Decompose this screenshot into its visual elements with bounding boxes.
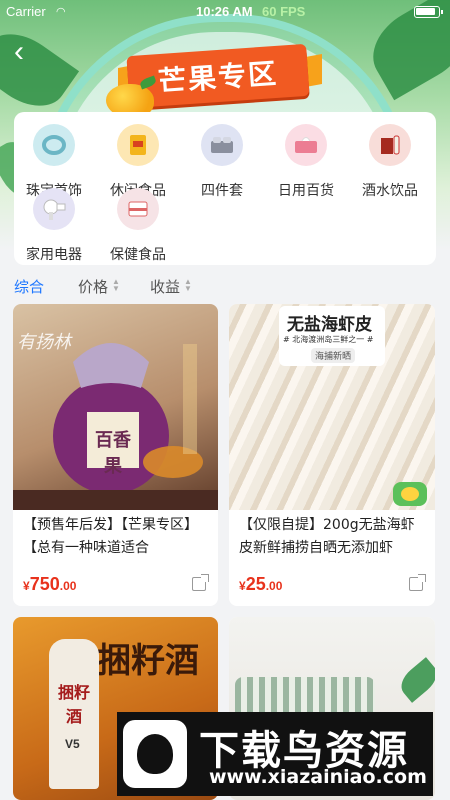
category-appliances[interactable]: 家用电器 — [12, 188, 96, 263]
bedding-icon — [201, 124, 243, 166]
carrier-label: Carrier — [6, 4, 46, 19]
category-label: 四件套 — [201, 183, 243, 199]
snack-icon — [117, 124, 159, 166]
category-jewelry[interactable]: 珠宝首饰 — [12, 124, 96, 199]
category-label: 保健食品 — [110, 247, 166, 263]
mango-badge-icon — [393, 482, 427, 506]
category-label: 家用电器 — [26, 247, 82, 263]
product-card[interactable]: 无盐海虾皮 # 北海渡洲岛三鲜之一 # 海捕新晒 【仅限自提】200g无盐海虾皮… — [229, 304, 435, 606]
product-brand-text: 有扬林 — [17, 332, 71, 353]
fps-counter: 60 FPS — [262, 4, 306, 19]
category-label: 酒水饮品 — [362, 183, 418, 199]
sort-tab-comprehensive[interactable]: 综合 — [14, 276, 44, 297]
share-icon[interactable] — [409, 574, 426, 591]
product-label-text: 百香果 — [87, 412, 139, 477]
product-image: 无盐海虾皮 # 北海渡洲岛三鲜之一 # 海捕新晒 — [229, 304, 435, 510]
bottle-label: 捆籽酒 — [57, 683, 90, 726]
product-price: ¥25.00 — [239, 574, 283, 594]
watermark-banner: 下载鸟资源 www.xiazainiao.com — [117, 712, 433, 796]
plant-decoration — [395, 657, 435, 703]
sort-tab-price[interactable]: 价格 — [78, 276, 108, 297]
category-health-food[interactable]: 保健食品 — [96, 188, 180, 263]
status-bar: Carrier ◠ 10:26 AM 60 FPS — [0, 0, 450, 24]
category-bedding[interactable]: 四件套 — [180, 124, 264, 199]
chevron-left-icon: ‹ — [14, 35, 24, 68]
sort-arrows-icon: ▲ ▼ — [112, 277, 120, 293]
category-daily-goods[interactable]: 日用百货 — [264, 124, 348, 199]
page-title: 芒果专区 — [157, 56, 280, 99]
bottle-sub-label: V5 — [65, 737, 80, 751]
product-image-tag: 海捕新晒 — [311, 348, 356, 363]
product-price: ¥750.00 — [23, 574, 77, 594]
tissue-icon — [285, 124, 327, 166]
status-time: 10:26 AM — [196, 4, 253, 19]
sort-arrows-icon: ▲ ▼ — [184, 277, 192, 293]
product-image: 有扬林 百香果 — [13, 304, 218, 510]
product-image-subtitle: # 北海渡洲岛三鲜之一 # — [283, 335, 374, 344]
back-button[interactable]: ‹ — [14, 37, 38, 68]
product-image-title: 无盐海虾皮 — [287, 315, 372, 335]
category-drinks[interactable]: 酒水饮品 — [348, 124, 432, 199]
product-card[interactable]: 有扬林 百香果 【预售年后发】【芒果专区】【总有一种味道适合 ¥750.00 — [13, 304, 218, 606]
bracelet-icon — [33, 124, 75, 166]
hairdryer-icon — [33, 188, 75, 230]
category-label: 日用百货 — [278, 183, 334, 199]
liquor-icon — [369, 124, 411, 166]
sort-bar: 综合 价格 ▲ ▼ 收益 ▲ ▼ — [0, 272, 450, 300]
battery-icon — [414, 6, 443, 18]
product-title: 【预售年后发】【芒果专区】【总有一种味道适合 — [23, 517, 198, 556]
product-image-title: 捆籽酒 — [97, 641, 199, 681]
share-icon[interactable] — [192, 574, 209, 591]
bird-logo-icon — [123, 720, 187, 788]
watermark-url: www.xiazainiao.com — [209, 766, 427, 788]
category-snacks[interactable]: 休闲食品 — [96, 124, 180, 199]
sort-tab-earnings[interactable]: 收益 — [150, 276, 180, 297]
wifi-icon: ◠ — [56, 6, 66, 18]
supplement-icon — [117, 188, 159, 230]
product-title: 【仅限自提】200g无盐海虾皮新鲜捕捞自晒无添加虾 — [239, 517, 415, 556]
category-grid: 珠宝首饰 休闲食品 四件套 日用百货 酒水饮品 家用电器 保健食品 — [14, 112, 436, 265]
